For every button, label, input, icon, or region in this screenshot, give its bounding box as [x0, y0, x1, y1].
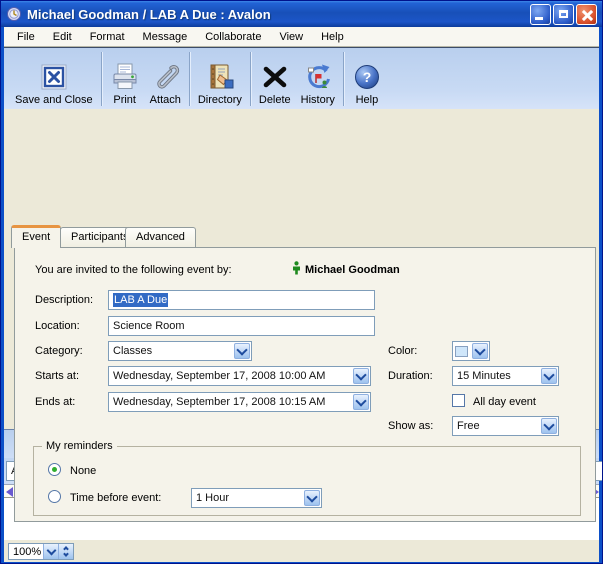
- color-select[interactable]: [452, 341, 490, 361]
- toolbar-separator: [101, 52, 102, 106]
- show-as-label: Show as:: [388, 420, 433, 432]
- location-value: Science Room: [113, 320, 185, 332]
- zoom-spinner[interactable]: [58, 544, 73, 559]
- organizer-name: Michael Goodman: [305, 264, 400, 276]
- menu-collaborate[interactable]: Collaborate: [196, 28, 270, 46]
- maximize-button[interactable]: [553, 4, 574, 25]
- tab-area: Event Participants Advanced You are invi…: [4, 109, 599, 429]
- directory-button[interactable]: Directory: [193, 51, 247, 107]
- category-label: Category:: [35, 345, 83, 357]
- location-label: Location:: [35, 320, 80, 332]
- person-icon: [292, 261, 301, 280]
- delete-x-icon: [260, 61, 290, 93]
- all-day-label: All day event: [473, 396, 536, 408]
- chevron-down-icon: [472, 343, 488, 359]
- my-reminders-title: My reminders: [42, 440, 117, 452]
- zoom-value: 100%: [9, 546, 43, 558]
- window-icon: [6, 6, 22, 22]
- chevron-down-icon: [304, 490, 320, 506]
- event-window: Michael Goodman / LAB A Due : Avalon Fil…: [0, 0, 603, 564]
- tab-event[interactable]: Event: [11, 225, 61, 248]
- delete-button[interactable]: Delete: [254, 51, 296, 107]
- zoom-control[interactable]: 100%: [8, 543, 74, 560]
- time-before-select[interactable]: 1 Hour: [191, 488, 322, 508]
- printer-icon: [110, 61, 140, 93]
- save-and-close-icon: [39, 61, 69, 93]
- starts-at-select[interactable]: Wednesday, September 17, 2008 10:00 AM: [108, 366, 371, 386]
- print-button[interactable]: Print: [105, 51, 145, 107]
- titlebar[interactable]: Michael Goodman / LAB A Due : Avalon: [1, 1, 602, 27]
- window-title: Michael Goodman / LAB A Due : Avalon: [27, 7, 525, 22]
- chevron-down-icon[interactable]: [43, 544, 58, 559]
- menubar: File Edit Format Message Collaborate Vie…: [4, 27, 599, 47]
- menu-file[interactable]: File: [8, 28, 44, 46]
- help-button[interactable]: ? Help: [347, 51, 387, 107]
- address-book-icon: [205, 61, 235, 93]
- event-color-swatch: [455, 346, 468, 357]
- toolbar-separator: [189, 52, 190, 106]
- location-input[interactable]: Science Room: [108, 316, 375, 336]
- duration-label: Duration:: [388, 370, 433, 382]
- toolbar-separator: [343, 52, 344, 106]
- attach-button[interactable]: Attach: [145, 51, 186, 107]
- duration-value: 15 Minutes: [457, 370, 511, 382]
- show-as-value: Free: [457, 420, 480, 432]
- svg-text:?: ?: [363, 69, 372, 85]
- all-day-checkbox[interactable]: [452, 394, 465, 407]
- time-before-label: Time before event:: [70, 492, 161, 504]
- category-value: Classes: [113, 345, 152, 357]
- paperclip-icon: [150, 61, 180, 93]
- chevron-down-icon: [353, 394, 369, 410]
- ends-at-value: Wednesday, September 17, 2008 10:15 AM: [113, 396, 325, 408]
- menu-format[interactable]: Format: [81, 28, 134, 46]
- description-input[interactable]: LAB A Due: [108, 290, 375, 310]
- starts-at-label: Starts at:: [35, 370, 79, 382]
- menu-help[interactable]: Help: [312, 28, 353, 46]
- description-label: Description:: [35, 294, 93, 306]
- color-label: Color:: [388, 345, 417, 357]
- history-button[interactable]: History: [296, 51, 340, 107]
- minimize-button[interactable]: [530, 4, 551, 25]
- event-tab-panel: You are invited to the following event b…: [14, 247, 596, 522]
- tab-advanced[interactable]: Advanced: [125, 227, 196, 248]
- main-toolbar: Save and Close Print: [4, 47, 599, 109]
- time-before-value: 1 Hour: [196, 492, 229, 504]
- my-reminders-group: My reminders None Time before event: 1 H…: [33, 446, 581, 516]
- ends-at-select[interactable]: Wednesday, September 17, 2008 10:15 AM: [108, 392, 371, 412]
- show-as-select[interactable]: Free: [452, 416, 559, 436]
- save-and-close-button[interactable]: Save and Close: [10, 51, 98, 107]
- invite-label: You are invited to the following event b…: [35, 264, 232, 276]
- chevron-down-icon: [234, 343, 250, 359]
- reminder-none-label: None: [70, 465, 96, 477]
- duration-select[interactable]: 15 Minutes: [452, 366, 559, 386]
- statusbar: 100%: [4, 539, 599, 562]
- chevron-down-icon: [353, 368, 369, 384]
- reminder-none-radio[interactable]: [48, 463, 61, 476]
- menu-view[interactable]: View: [270, 28, 312, 46]
- category-select[interactable]: Classes: [108, 341, 252, 361]
- help-question-icon: ?: [352, 61, 382, 93]
- starts-at-value: Wednesday, September 17, 2008 10:00 AM: [113, 370, 325, 382]
- menu-edit[interactable]: Edit: [44, 28, 81, 46]
- close-button[interactable]: [576, 4, 597, 25]
- toolbar-separator: [250, 52, 251, 106]
- menu-message[interactable]: Message: [134, 28, 197, 46]
- ends-at-label: Ends at:: [35, 396, 75, 408]
- history-arrows-icon: [303, 61, 333, 93]
- chevron-down-icon: [541, 368, 557, 384]
- chevron-down-icon: [541, 418, 557, 434]
- reminder-time-radio[interactable]: [48, 490, 61, 503]
- selected-text: LAB A Due: [113, 293, 168, 307]
